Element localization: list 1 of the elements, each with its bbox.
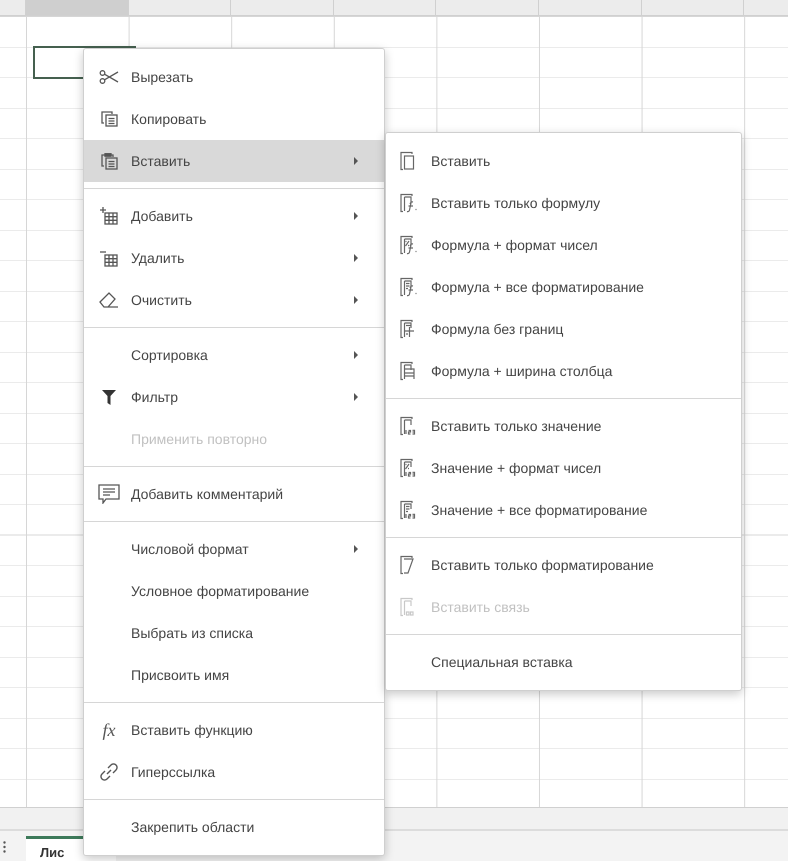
function-icon: fx xyxy=(102,720,116,740)
